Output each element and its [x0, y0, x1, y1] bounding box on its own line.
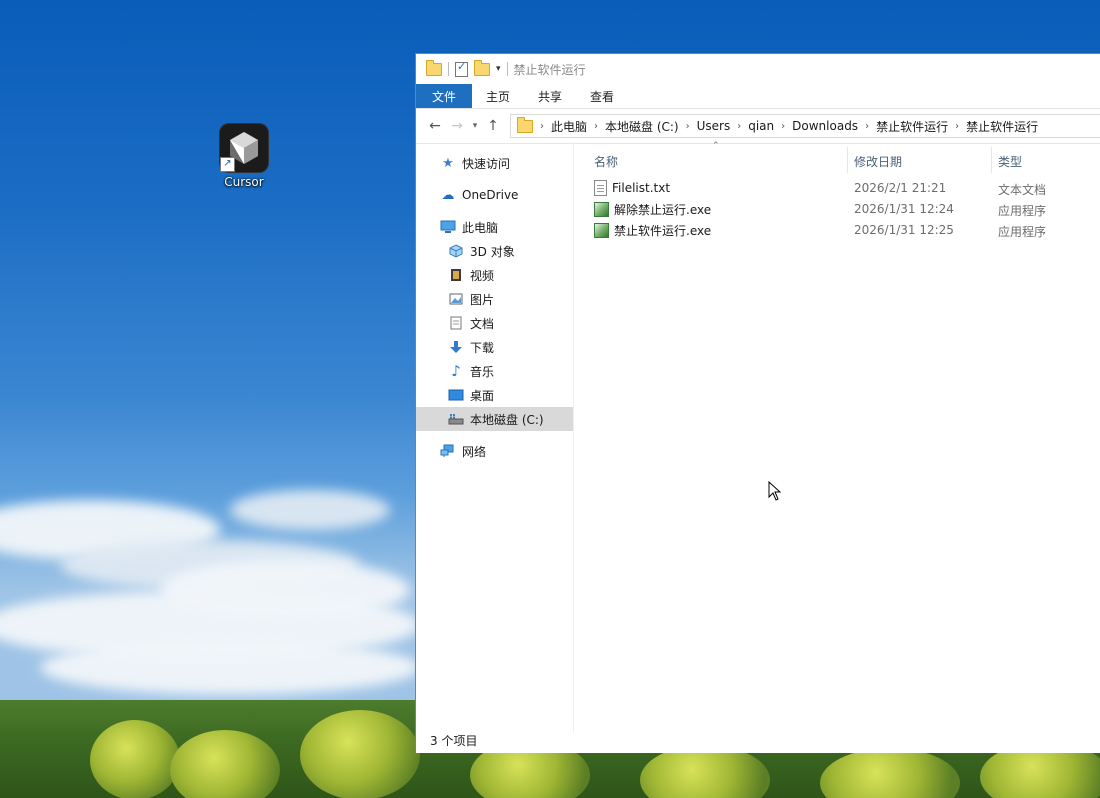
chevron-right-icon[interactable]: ›: [734, 121, 744, 132]
navigation-pane: ★ 快速访问 ☁ OneDrive 此电脑 3D 对象 视频 图片 文档 下载 …: [416, 143, 574, 733]
chevron-right-icon[interactable]: ›: [952, 121, 962, 132]
breadcrumb-current-folder[interactable]: 禁止软件运行: [962, 118, 1042, 135]
exe-file-icon: [594, 223, 609, 238]
recent-locations-chevron-icon[interactable]: ▾: [468, 121, 482, 131]
cloud: [40, 640, 420, 695]
nav-network[interactable]: 网络: [416, 439, 573, 463]
nav-downloads[interactable]: 下载: [416, 335, 573, 359]
up-arrow-icon[interactable]: ↑: [482, 118, 504, 134]
document-icon: [448, 315, 464, 331]
breadcrumb-local-disk[interactable]: 本地磁盘 (C:): [601, 118, 683, 135]
status-bar-item-count: 3 个项目: [430, 734, 478, 748]
exe-file-icon: [594, 202, 609, 217]
picture-icon: [448, 291, 464, 307]
file-row[interactable]: 禁止软件运行.exe 2026/1/31 12:25 应用程序: [574, 219, 1100, 240]
file-date: 2026/1/31 12:24: [854, 202, 954, 216]
properties-icon[interactable]: [455, 60, 468, 77]
column-header-date[interactable]: 修改日期: [854, 153, 902, 170]
desktop-icon-cursor[interactable]: ↗ Cursor: [214, 124, 274, 189]
file-row[interactable]: 解除禁止运行.exe 2026/1/31 12:24 应用程序: [574, 198, 1100, 219]
download-arrow-icon: [448, 339, 464, 355]
desktop-icon: [448, 387, 464, 403]
sort-up-chevron-icon: ⌃: [712, 141, 720, 151]
ribbon-tabs: 文件 主页 共享 查看: [416, 84, 1100, 109]
breadcrumb-this-pc[interactable]: 此电脑: [547, 118, 591, 135]
file-type: 应用程序: [998, 204, 1047, 218]
nav-music[interactable]: ♪ 音乐: [416, 359, 573, 383]
cloud: [230, 490, 390, 530]
column-header-name[interactable]: 名称: [594, 153, 618, 170]
cursor-app-icon: ↗: [220, 124, 268, 172]
film-icon: [448, 267, 464, 283]
tab-share[interactable]: 共享: [524, 84, 576, 108]
chevron-right-icon[interactable]: ›: [778, 121, 788, 132]
tab-view[interactable]: 查看: [576, 84, 628, 108]
title-bar: ▾ 禁止软件运行: [416, 54, 1100, 84]
music-note-icon: ♪: [451, 362, 461, 380]
file-type: 文本文档: [998, 183, 1047, 197]
nav-desktop[interactable]: 桌面: [416, 383, 573, 407]
cloud: [160, 560, 410, 620]
file-row[interactable]: Filelist.txt 2026/2/1 21:21 文本文档: [574, 177, 1100, 198]
network-icon: [440, 443, 456, 459]
cloud-icon: ☁: [441, 187, 455, 203]
nav-quick-access[interactable]: ★ 快速访问: [416, 151, 573, 175]
file-type: 应用程序: [998, 225, 1047, 239]
file-name: 禁止软件运行.exe: [614, 224, 712, 238]
quick-access-toolbar-dropdown-icon[interactable]: ▾: [496, 64, 501, 74]
cube-icon: [448, 243, 464, 259]
drive-icon: [448, 411, 464, 427]
mouse-pointer-icon: [768, 481, 782, 501]
nav-local-disk[interactable]: 本地磁盘 (C:): [416, 407, 573, 431]
nav-onedrive[interactable]: ☁ OneDrive: [416, 183, 573, 207]
text-file-icon: [594, 180, 607, 196]
breadcrumb-users[interactable]: Users: [693, 119, 735, 133]
navigation-bar: ← → ▾ ↑ › 此电脑 › 本地磁盘 (C:) › Users › qian…: [416, 109, 1100, 144]
chevron-right-icon[interactable]: ›: [862, 121, 872, 132]
window-title: 禁止软件运行: [513, 62, 586, 77]
folder-icon: [426, 59, 442, 76]
nav-this-pc[interactable]: 此电脑: [416, 215, 573, 239]
back-arrow-icon[interactable]: ←: [424, 118, 446, 134]
shortcut-arrow-icon: ↗: [220, 157, 235, 172]
nav-videos[interactable]: 视频: [416, 263, 573, 287]
file-explorer-window: ▾ 禁止软件运行 文件 主页 共享 查看 ← → ▾ ↑ › 此电脑 › 本地磁…: [415, 53, 1100, 753]
file-name: Filelist.txt: [612, 181, 671, 195]
desktop-icon-label: Cursor: [224, 175, 264, 189]
tab-file[interactable]: 文件: [416, 84, 473, 108]
tab-home[interactable]: 主页: [472, 84, 524, 108]
folder-icon: [517, 116, 533, 133]
breadcrumb-folder[interactable]: 禁止软件运行: [872, 118, 952, 135]
chevron-right-icon[interactable]: ›: [591, 121, 601, 132]
file-date: 2026/2/1 21:21: [854, 181, 947, 195]
nav-pictures[interactable]: 图片: [416, 287, 573, 311]
chevron-right-icon[interactable]: ›: [683, 121, 693, 132]
nav-3d-objects[interactable]: 3D 对象: [416, 239, 573, 263]
star-icon: ★: [442, 155, 454, 171]
file-name: 解除禁止运行.exe: [614, 203, 712, 217]
chevron-right-icon[interactable]: ›: [537, 121, 547, 132]
column-header-type[interactable]: 类型: [998, 153, 1022, 170]
nav-documents[interactable]: 文档: [416, 311, 573, 335]
breadcrumb-qian[interactable]: qian: [744, 119, 778, 133]
computer-icon: [440, 219, 456, 235]
column-header: ⌃ 名称 修改日期 类型: [574, 141, 1100, 177]
new-folder-icon[interactable]: [474, 59, 490, 76]
file-list: ⌃ 名称 修改日期 类型 Filelist.txt 2026/2/1 21:21…: [574, 141, 1100, 733]
forward-arrow-icon[interactable]: →: [446, 118, 468, 134]
address-bar[interactable]: › 此电脑 › 本地磁盘 (C:) › Users › qian › Downl…: [510, 114, 1100, 138]
file-date: 2026/1/31 12:25: [854, 223, 954, 237]
breadcrumb-downloads[interactable]: Downloads: [788, 119, 862, 133]
